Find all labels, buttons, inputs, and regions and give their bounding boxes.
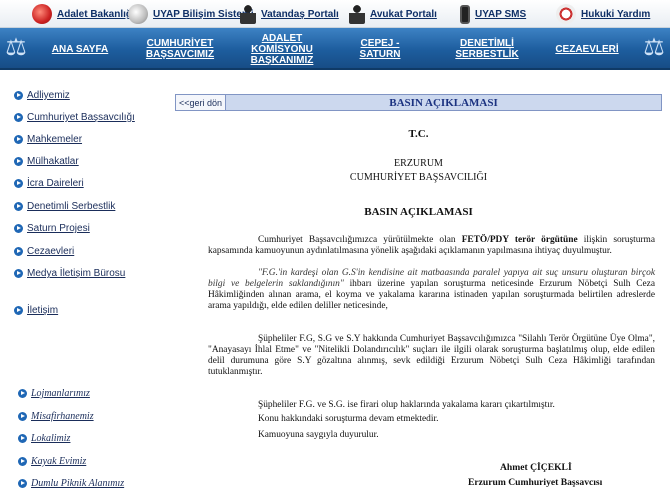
sidebar-item-iletisim[interactable]: İletişim [14,305,58,316]
sidebar-item-icra-daireleri[interactable]: İcra Daireleri [14,178,84,189]
top-link-label: UYAP SMS [475,8,527,20]
scales-of-justice-icon: ⚖ [5,34,27,61]
sidebar-item-cumhuriyet-bassavciligi[interactable]: Cumhuriyet Başsavcılığı [14,112,135,123]
sidebar-item-saturn-projesi[interactable]: Saturn Projesi [14,223,90,234]
sidebar-item-mulhakatlar[interactable]: Mülhakatlar [14,156,79,167]
arrow-bullet-icon [18,389,27,398]
lawyer-icon [349,4,365,24]
sidebar-item-mahkemeler[interactable]: Mahkemeler [14,134,82,145]
sidebar-item-cezaevleri[interactable]: Cezaevleri [14,246,74,257]
sidebar-item-misafirhanemiz[interactable]: Misafirhanemiz [18,411,94,422]
back-button[interactable]: <<geri dön [176,95,227,110]
arrow-bullet-icon [14,224,23,233]
top-link-adalet-bakanligi[interactable]: Adalet Bakanlığı [32,3,135,25]
paragraph-4: Şüpheliler F.G. ve S.G. ise firari olup … [258,400,555,410]
arrow-bullet-icon [18,412,27,421]
top-link-label: UYAP Bilişim Sistemi [153,8,254,20]
top-link-uyap[interactable]: UYAP Bilişim Sistemi [128,3,254,25]
signature-title: Erzurum Cumhuriyet Başsavcısı [468,477,603,488]
arrow-bullet-icon [14,247,23,256]
sidebar: Adliyemiz Cumhuriyet Başsavcılığı Mahkem… [0,72,166,500]
paragraph-3: Şüpheliler F.G, S.G ve S.Y hakkında Cumh… [208,334,655,377]
top-link-uyap-sms[interactable]: UYAP SMS [460,3,526,25]
doc-org-line1: ERZURUM [394,158,443,169]
arrow-bullet-icon [14,269,23,278]
legal-aid-icon [556,4,576,24]
top-link-hukuki-yardim[interactable]: Hukuki Yardım [556,3,650,25]
paragraph-5: Konu hakkındaki soruşturma devam etmekte… [258,414,439,424]
arrow-bullet-icon [18,479,27,488]
arrow-bullet-icon [14,202,23,211]
top-link-label: Adalet Bakanlığı [57,8,135,20]
arrow-bullet-icon [14,306,23,315]
ministry-emblem-icon [32,4,52,24]
top-link-label: Hukuki Yardım [581,8,651,20]
paragraph-2: "F.G.'in kardeşi olan G.S'in kendisine a… [208,268,655,311]
top-link-vatandas-portali[interactable]: Vatandaş Portalı [240,3,339,25]
phone-icon [460,4,470,24]
arrow-bullet-icon [18,434,27,443]
header-title: BASIN AÇIKLAMASI [389,96,498,109]
arrow-bullet-icon [14,157,23,166]
signature-name: Ahmet ÇİÇEKLİ [500,462,572,473]
arrow-bullet-icon [14,91,23,100]
sidebar-item-lojmanlarimiz[interactable]: Lojmanlarımız [18,388,90,399]
arrow-bullet-icon [18,457,27,466]
top-link-label: Avukat Portalı [370,8,437,20]
scales-of-justice-icon: ⚖ [643,34,665,61]
nav-cezaevleri[interactable]: CEZAEVLERİ [552,28,622,70]
sidebar-item-kayak-evimiz[interactable]: Kayak Evimiz [18,456,86,467]
doc-tc: T.C. [408,128,429,140]
nav-adalet-komisyonu[interactable]: ADALET KOMİSYONU BAŞKANIMIZ [236,28,328,70]
press-release-header: <<geri dön BASIN AÇIKLAMASI [175,94,662,111]
paragraph-1: Cumhuriyet Başsavcılığımızca yürütülmekt… [208,235,655,256]
top-links-bar: Adalet Bakanlığı UYAP Bilişim Sistemi Va… [0,0,670,28]
sidebar-item-lokalimiz[interactable]: Lokalimiz [18,433,70,444]
people-icon [240,4,256,24]
top-link-label: Vatandaş Portalı [261,8,339,20]
doc-org-line2: CUMHURİYET BAŞSAVCILIĞI [349,172,488,183]
uyap-icon [128,4,148,24]
arrow-bullet-icon [14,135,23,144]
arrow-bullet-icon [14,113,23,122]
main-navigation: ⚖ ANA SAYFA CUMHURİYET BAŞSAVCIMIZ ADALET… [0,28,670,70]
sidebar-item-medya-iletisim[interactable]: Medya İletişim Bürosu [14,268,125,279]
top-link-avukat-portali[interactable]: Avukat Portalı [349,3,437,25]
arrow-bullet-icon [14,179,23,188]
sidebar-item-denetimli-serbestlik[interactable]: Denetimli Serbestlik [14,201,115,212]
main-content: <<geri dön BASIN AÇIKLAMASI T.C. ERZURUM… [175,94,662,500]
nav-denetimli-serbestlik[interactable]: DENETİMLİ SERBESTLİK [432,28,542,70]
nav-cepej-saturn[interactable]: CEPEJ - SATURN [340,28,420,70]
doc-title: BASIN AÇIKLAMASI [364,206,473,218]
sidebar-item-adliyemiz[interactable]: Adliyemiz [14,90,70,101]
nav-cumhuriyet-bassavcimiz[interactable]: CUMHURİYET BAŞSAVCIMIZ [140,28,220,70]
nav-ana-sayfa[interactable]: ANA SAYFA [40,28,120,70]
sidebar-item-dumlu-piknik[interactable]: Dumlu Piknik Alanımız [18,478,124,489]
paragraph-6: Kamuoyuna saygıyla duyurulur. [258,430,379,440]
